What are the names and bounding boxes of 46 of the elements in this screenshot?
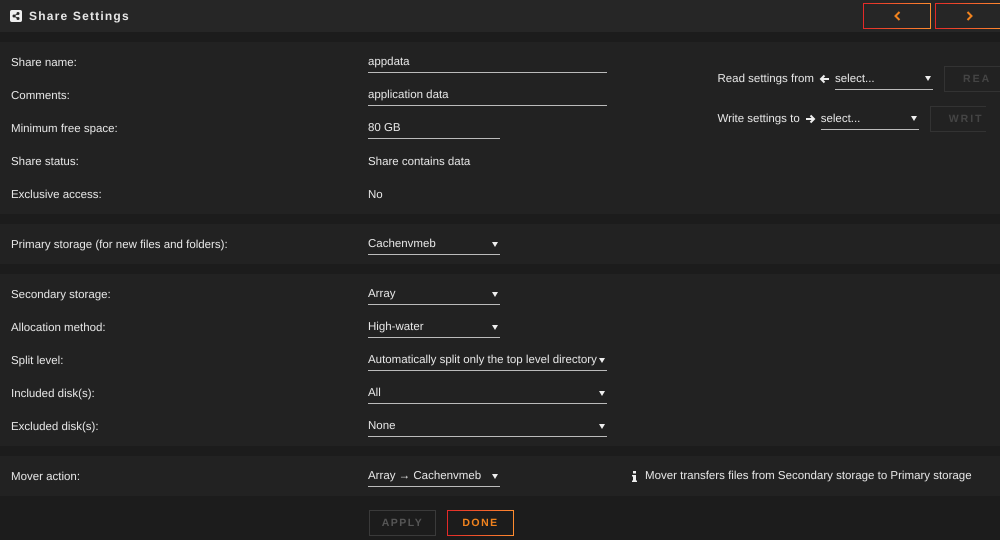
select-field[interactable]: Array (368, 284, 500, 305)
done-button[interactable]: DONE (447, 510, 514, 536)
dropdown-caret-icon (599, 390, 605, 396)
dropdown-caret-icon (492, 324, 498, 330)
window-title: Share Settings (29, 9, 130, 23)
select-field[interactable]: None (368, 416, 607, 437)
next-button[interactable] (935, 3, 1000, 29)
field-label: Primary storage (for new files and folders): (11, 238, 229, 250)
setting-label: Write settings to (717, 113, 800, 125)
field-label: Split level: (11, 354, 64, 366)
field-label: Included disk(s): (11, 388, 96, 400)
previous-button[interactable] (863, 3, 931, 29)
field-label: Allocation method: (11, 322, 107, 334)
dropdown-caret-icon (492, 292, 498, 296)
field-label: Minimum free space: (11, 122, 119, 134)
field-label: Comments: (11, 90, 71, 102)
info-text: Mover transfers files from Secondary storage to Primary storage (645, 470, 972, 482)
select-field[interactable]: Array → Cachenvmeb (368, 466, 500, 487)
share-icon (10, 10, 22, 22)
info-icon (632, 470, 637, 482)
select-field[interactable]: Automatically split only the top level directory (368, 350, 607, 371)
chevron-right-icon (966, 11, 972, 21)
field-label: Secondary storage: (11, 288, 112, 300)
input-field[interactable]: appdata (368, 52, 607, 73)
dropdown-caret-icon (910, 116, 917, 121)
chevron-left-icon (894, 11, 900, 21)
dropdown-caret-icon (925, 76, 931, 81)
field-label: Share name: (11, 56, 78, 68)
input-field[interactable]: application data (368, 85, 607, 106)
dropdown-caret-icon (599, 358, 605, 362)
dropdown-caret-icon (599, 424, 605, 428)
field-value: No (368, 188, 383, 200)
input-field[interactable]: 80 GB (368, 118, 500, 139)
field-value: Share contains data (368, 156, 470, 168)
dropdown-caret-icon (492, 474, 498, 478)
field-label: Share status: (11, 156, 80, 168)
select-field[interactable]: Cachenvmeb (368, 234, 500, 255)
field-label: Mover action: (11, 470, 82, 482)
field-label: Exclusive access: (11, 188, 103, 200)
arrow-left-icon (819, 74, 830, 84)
select-field[interactable]: All (368, 383, 607, 404)
field-label: Excluded disk(s): (11, 420, 100, 432)
dropdown-caret-icon (492, 242, 498, 246)
select-field[interactable]: High-water (368, 317, 500, 338)
arrow-right-icon (804, 114, 816, 124)
setting-label: Read settings from (717, 73, 814, 85)
